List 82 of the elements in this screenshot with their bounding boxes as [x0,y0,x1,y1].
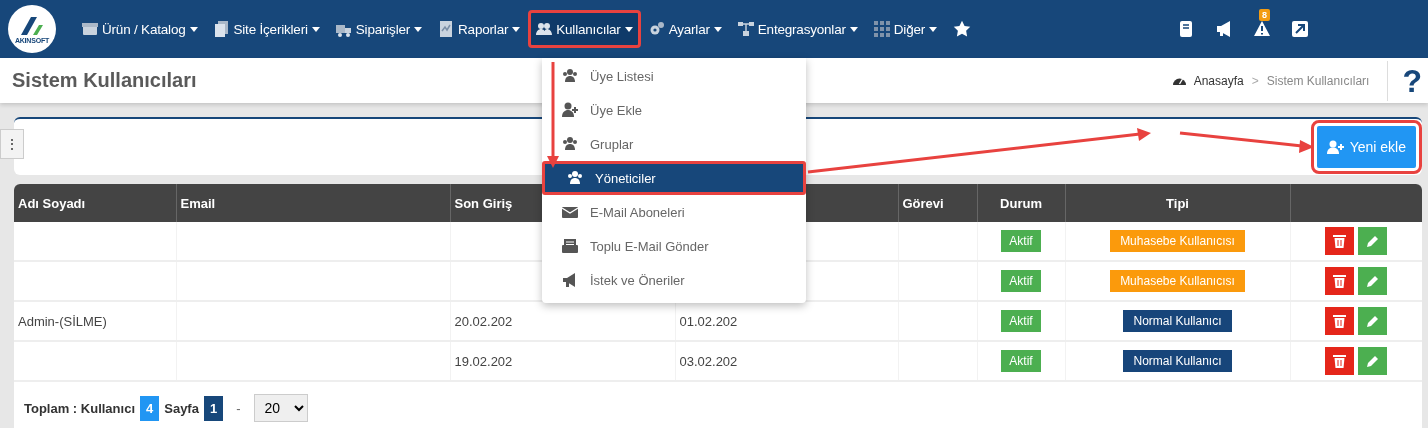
table-cell: 20.02.202 [454,313,513,329]
nav-menu-item[interactable]: Diğer [865,10,946,48]
table-cell: 03.02.202 [679,353,738,369]
pencil-icon [1366,354,1379,368]
mail-tray-icon [562,238,578,254]
status-badge: Aktif [1001,270,1041,292]
column-header: Son Giriş [454,195,513,211]
column-header: Görevi [902,195,944,211]
nav-menu-item[interactable]: Ayarlar [640,10,730,48]
type-badge: Normal Kullanıcı [1123,310,1232,332]
users-icon [562,68,578,84]
edit-button[interactable] [1358,307,1387,335]
edit-button[interactable] [1358,227,1387,255]
type-badge: Muhasebe Kullanıcısı [1110,230,1245,252]
nav-menu-item[interactable]: Site İçerikleri [205,10,328,48]
nav-menu-item[interactable]: Raporlar [430,10,529,48]
menu-item[interactable]: Üye Ekle [542,93,806,127]
external-link-icon[interactable] [1292,21,1308,37]
menu-item[interactable]: Toplu E-Mail Gönder [542,229,806,263]
separator-text: - [236,400,241,416]
megaphone-icon[interactable] [1216,21,1232,37]
book-icon[interactable] [1178,21,1194,37]
column-header: Durum [1000,195,1042,211]
box-icon [82,21,98,37]
pencil-icon [1366,234,1379,248]
page-label: Sayfa [164,400,199,416]
grid-icon [873,21,890,37]
column-header: Tipi [1166,195,1189,211]
total-label: Toplam : Kullanıcı [24,400,135,416]
delete-button[interactable] [1325,307,1354,335]
edit-button[interactable] [1358,267,1387,295]
delete-button[interactable] [1325,347,1354,375]
users-icon [536,21,553,37]
status-badge: Aktif [1001,230,1041,252]
type-badge: Muhasebe Kullanıcısı [1110,270,1245,292]
pencil-icon [1366,274,1379,288]
gear-icon [648,21,665,37]
page-title: Sistem Kullanıcıları [12,69,197,92]
page-number[interactable]: 1 [203,395,224,421]
trash-icon [1333,314,1346,328]
network-icon [737,21,754,37]
breadcrumb-current: Sistem Kullanıcıları [1266,73,1370,88]
notification-badge: 8 [1259,9,1270,21]
star-icon[interactable] [953,20,972,38]
breadcrumb-link[interactable]: Anasayfa [1193,73,1244,88]
type-badge: Normal Kullanıcı [1123,350,1232,372]
menu-item[interactable]: Üye Listesi [542,59,806,93]
user-plus-icon [1326,140,1344,154]
delete-button[interactable] [1325,227,1354,255]
status-badge: Aktif [1001,350,1041,372]
trash-icon [1333,354,1346,368]
delete-button[interactable] [1325,267,1354,295]
table-cell: 19.02.202 [454,353,513,369]
chart-icon [438,21,455,37]
users-icon [562,136,578,152]
total-count: 4 [140,395,160,421]
sidebar-toggle[interactable]: ⋮ [0,129,24,159]
user-plus-icon [562,102,578,118]
nav-menu-item[interactable]: Entegrasyonlar [729,10,866,48]
edit-button[interactable] [1358,347,1387,375]
trash-icon [1333,274,1346,288]
column-header: Adı Soyadı [18,195,86,211]
document-icon [213,21,230,37]
nav-menu-item[interactable]: Siparişler [327,10,431,48]
menu-item[interactable]: Yöneticiler [542,161,806,195]
users-icon [567,170,583,186]
menu-item[interactable]: E-Mail Aboneleri [542,195,806,229]
megaphone-icon [562,272,578,288]
column-header: Email [180,195,216,211]
status-badge: Aktif [1001,310,1041,332]
page-size-select[interactable]: 20 [253,394,308,422]
nav-menu-item[interactable]: Kullanıcılar [528,10,641,48]
trash-icon [1333,234,1346,248]
table-cell: Admin-(SİLME) [18,313,107,329]
envelope-icon [562,204,578,220]
pencil-icon [1366,314,1379,328]
menu-item[interactable]: İstek ve Öneriler [542,263,806,297]
breadcrumb-separator: > [1251,73,1259,88]
nav-menu-item[interactable]: Ürün / Katalog [74,10,206,48]
menu-item[interactable]: Gruplar [542,127,806,161]
warning-icon[interactable] [1254,21,1270,37]
table-cell: 01.02.202 [679,313,738,329]
